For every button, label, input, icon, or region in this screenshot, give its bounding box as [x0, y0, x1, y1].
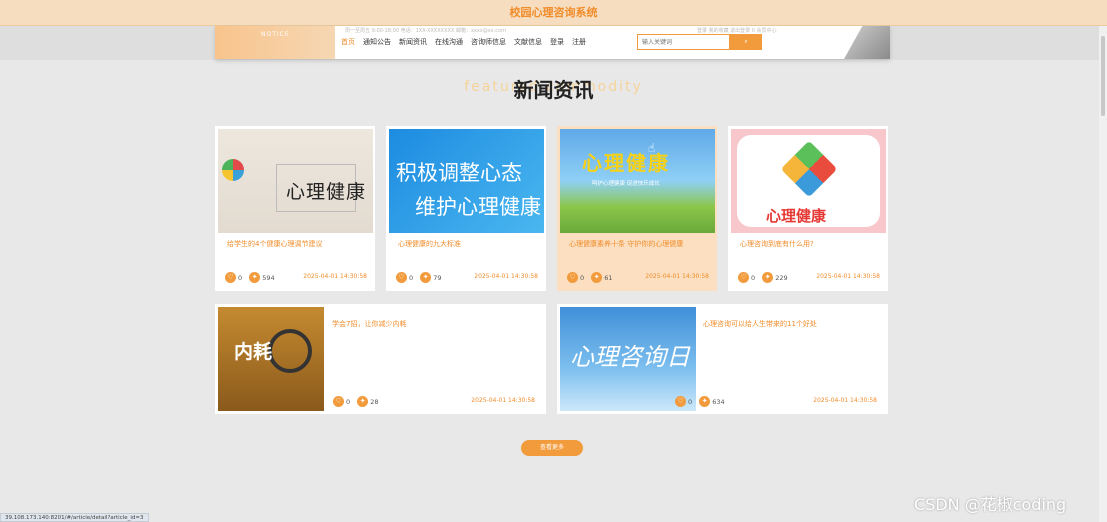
- search-box: ⌕: [637, 34, 763, 50]
- article-date: 2025-04-01 14:30:58: [474, 273, 538, 280]
- app-title-bar: 校园心理咨询系统: [0, 0, 1107, 26]
- article-meta: ♡ 0 ✦ 79 2025-04-01 14:30:58: [396, 272, 538, 284]
- article-image[interactable]: 心理健康: [218, 129, 373, 233]
- nav-item-literature[interactable]: 文献信息: [514, 37, 542, 47]
- like-icon[interactable]: ♡: [396, 272, 407, 283]
- view-count: 594: [262, 273, 275, 282]
- article-card-wide[interactable]: 心理咨询日 心理咨询可以给人生带来的11个好处 ♡ 0 ✦ 634 2025-04-…: [557, 304, 888, 414]
- article-title[interactable]: 心理咨询到底有什么用?: [740, 239, 880, 250]
- like-count: 0: [751, 273, 756, 282]
- search-input[interactable]: [637, 34, 730, 50]
- article-card-wide[interactable]: 内耗 学会7招，让你减少内耗 ♡ 0 ✦ 28 2025-04-01 14:30:5…: [215, 304, 546, 414]
- nav-item-home[interactable]: 首页: [341, 37, 355, 47]
- article-image[interactable]: 积极调整心态 维护心理健康: [389, 129, 544, 233]
- search-button[interactable]: ⌕: [730, 34, 762, 50]
- article-card-hovered[interactable]: 心理健康 呵护心理健康 促进快乐成长 心理健康素养十条 守护你的心理健康 ♡ 0 …: [557, 126, 717, 291]
- article-title[interactable]: 心理健康素养十条 守护你的心理健康: [569, 239, 709, 250]
- image-caption: 内耗: [234, 341, 273, 363]
- nav-item-counselors[interactable]: 咨询师信息: [471, 37, 506, 47]
- like-icon[interactable]: ♡: [738, 272, 749, 283]
- article-card[interactable]: 积极调整心态 维护心理健康 心理健康的九大标准 ♡ 0 ✦ 79 2025-04-0…: [386, 126, 546, 291]
- main-nav: 首页 通知公告 新闻资讯 在线沟通 咨询师信息 文献信息 登录 注册: [341, 37, 594, 47]
- page-scrollbar[interactable]: [1099, 26, 1107, 522]
- header-logo: NOTICE: [215, 26, 335, 59]
- site-header: NOTICE 周一至周五 9:00-18:00 电话：1XX-XXXXXXXX …: [215, 26, 890, 59]
- article-meta: ♡ 0 ✦ 229 2025-04-01 14:30:58: [738, 272, 880, 284]
- app-title: 校园心理咨询系统: [509, 6, 598, 19]
- view-more-button[interactable]: 查看更多: [521, 440, 583, 456]
- image-caption: 心理咨询日: [570, 343, 690, 371]
- article-date: 2025-04-01 14:30:58: [816, 273, 880, 280]
- article-date: 2025-04-01 14:30:58: [645, 273, 709, 280]
- watermark: CSDN @花椒coding: [914, 495, 1067, 514]
- view-count: 79: [433, 273, 442, 282]
- article-title[interactable]: 心理咨询可以给人生带来的11个好处: [703, 319, 817, 329]
- logo-text: NOTICE: [261, 31, 290, 38]
- header-top-info: 周一至周五 9:00-18:00 电话：1XX-XXXXXXXX 邮箱：xxxx…: [345, 28, 506, 34]
- nav-item-register[interactable]: 注册: [572, 37, 586, 47]
- view-icon: ✦: [699, 396, 711, 407]
- view-count: 28: [370, 397, 379, 406]
- article-title[interactable]: 给学生的4个健康心理调节建议: [227, 239, 367, 250]
- view-count: 229: [775, 273, 788, 282]
- like-count: 0: [346, 397, 351, 406]
- article-date: 2025-04-01 14:30:58: [471, 397, 535, 404]
- header-top-right: 登录 我的收藏 退出登录 0 会员中心: [697, 28, 777, 34]
- header-decoration: [844, 26, 890, 59]
- like-count: 0: [238, 273, 243, 282]
- article-image[interactable]: 心理健康 呵护心理健康 促进快乐成长: [560, 129, 715, 233]
- article-title[interactable]: 学会7招，让你减少内耗: [332, 319, 406, 329]
- article-title[interactable]: 心理健康的九大标准: [398, 239, 538, 250]
- scrollbar-thumb[interactable]: [1101, 36, 1105, 116]
- view-icon: ✦: [357, 396, 369, 407]
- status-url: 39.108.173.140:8201/#/article/detail?art…: [0, 513, 149, 522]
- magnifier-icon: [268, 329, 312, 373]
- like-icon[interactable]: ♡: [333, 396, 344, 407]
- view-icon: ✦: [591, 272, 603, 283]
- view-count: 61: [604, 273, 613, 282]
- article-meta: ♡ 0 ✦ 28 2025-04-01 14:30:58: [333, 396, 535, 408]
- like-icon[interactable]: ♡: [225, 272, 236, 283]
- nav-item-notice[interactable]: 通知公告: [363, 37, 391, 47]
- image-subcaption: 呵护心理健康 促进快乐成长: [592, 181, 660, 187]
- article-card[interactable]: 心理健康 给学生的4个健康心理调节建议 ♡ 0 ✦ 594 2025-04-01 1…: [215, 126, 375, 291]
- like-icon[interactable]: ♡: [567, 272, 578, 283]
- search-icon: ⌕: [744, 38, 748, 45]
- article-card[interactable]: 心理健康 心理咨询到底有什么用? ♡ 0 ✦ 229 2025-04-01 14:3…: [728, 126, 888, 291]
- image-caption-line-1: 积极调整心态: [396, 161, 522, 185]
- nav-item-news[interactable]: 新闻资讯: [399, 37, 427, 47]
- like-count: 0: [409, 273, 414, 282]
- like-count: 0: [688, 397, 693, 406]
- image-caption: 心理健康: [286, 181, 367, 203]
- article-meta: ♡ 0 ✦ 594 2025-04-01 14:30:58: [225, 272, 367, 284]
- article-date: 2025-04-01 14:30:58: [813, 397, 877, 404]
- article-image[interactable]: 内耗: [218, 307, 324, 411]
- article-image[interactable]: 心理健康: [731, 129, 886, 233]
- like-count: 0: [580, 273, 585, 282]
- section-title: 新闻资讯: [513, 78, 594, 102]
- article-date: 2025-04-01 14:30:58: [303, 273, 367, 280]
- article-meta: ♡ 0 ✦ 61 2025-04-01 14:30:58: [567, 272, 709, 284]
- image-caption: 心理健康: [766, 207, 827, 225]
- view-count: 634: [712, 397, 725, 406]
- view-icon: ✦: [420, 272, 432, 283]
- nav-item-chat[interactable]: 在线沟通: [435, 37, 463, 47]
- image-caption: 心理健康: [582, 151, 670, 175]
- nav-item-login[interactable]: 登录: [550, 37, 564, 47]
- pinwheel-icon: [222, 159, 244, 181]
- image-caption-line-2: 维护心理健康: [415, 195, 541, 219]
- article-meta: ♡ 0 ✦ 634 2025-04-01 14:30:58: [675, 396, 877, 408]
- pointer-cursor-icon: ☝: [648, 141, 656, 155]
- view-icon: ✦: [249, 272, 261, 283]
- view-icon: ✦: [762, 272, 774, 283]
- like-icon[interactable]: ♡: [675, 396, 686, 407]
